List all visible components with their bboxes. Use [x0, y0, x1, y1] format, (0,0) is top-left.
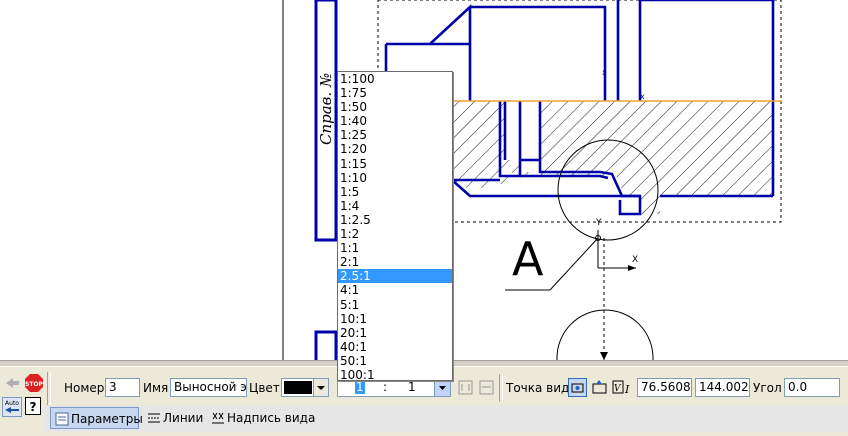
axis-y-label: Y [595, 218, 602, 228]
view-point-label: Точка вида [506, 381, 577, 395]
stamp-frame-lower [314, 330, 338, 360]
stamp-text: Справ. № [317, 73, 335, 145]
color-label: Цвет [249, 381, 280, 395]
svg-text:?: ? [30, 400, 37, 414]
tab-lines[interactable]: Линии [143, 407, 205, 429]
scale-option[interactable]: 100:1 [338, 368, 452, 382]
scale-option[interactable]: 1:10 [338, 171, 452, 185]
svg-text:x: x [640, 92, 645, 101]
color-swatch [284, 381, 312, 394]
scale-option[interactable]: 20:1 [338, 326, 452, 340]
leader-line [549, 237, 599, 291]
help-icon[interactable]: ? [25, 397, 41, 415]
svg-text:STOP: STOP [25, 381, 44, 388]
tab-lines-label: Линии [163, 411, 204, 425]
name-field[interactable]: Выносной эл [170, 378, 247, 397]
scale-option[interactable]: 1:100 [338, 72, 452, 86]
color-select[interactable] [281, 378, 329, 397]
scale-option[interactable]: 2.5:1 [338, 269, 452, 284]
scale-option[interactable]: 1:15 [338, 157, 452, 171]
view-label-icon [211, 410, 225, 424]
scale-dropdown-list[interactable]: 1:100 1:75 1:50 1:40 1:25 1:20 1:15 1:10 1:5 1:4 1… [337, 71, 453, 382]
parameters-icon [55, 411, 69, 426]
number-field[interactable]: 3 [105, 378, 140, 397]
svg-text:Auto: Auto [5, 400, 19, 407]
point-x-field[interactable]: 76.5608 [637, 378, 692, 397]
scale-option[interactable]: 1:75 [338, 86, 452, 100]
scale-option[interactable]: 1:5 [338, 185, 452, 199]
scale-option[interactable]: 5:1 [338, 298, 452, 312]
scale-option[interactable]: 10:1 [338, 312, 452, 326]
view-point-icon[interactable] [568, 378, 587, 397]
auto-create-icon[interactable]: Auto [2, 397, 22, 417]
stop-icon[interactable]: STOP [24, 373, 44, 393]
scale-option[interactable]: 1:2.5 [338, 213, 452, 227]
view-point-snap-icon[interactable] [590, 378, 609, 397]
scale-option[interactable]: 1:2 [338, 227, 452, 241]
tab-view-label-label: Надпись вида [227, 411, 316, 425]
angle-label: Угол [753, 381, 782, 395]
coordinate-mode-icon[interactable]: VI [612, 378, 634, 397]
chevron-down-icon[interactable] [313, 379, 328, 396]
scale-option[interactable]: 4:1 [338, 283, 452, 297]
scale-option[interactable]: 1:50 [338, 100, 452, 114]
scale-option[interactable]: 40:1 [338, 340, 452, 354]
lines-icon [147, 410, 161, 424]
tab-parameters-label: Параметры [71, 412, 143, 426]
scale-right-value: 1 [408, 380, 416, 394]
name-label: Имя [143, 381, 169, 395]
view-letter: A [512, 232, 544, 286]
scale-option[interactable]: 1:40 [338, 114, 452, 128]
scale-separator: : [383, 380, 388, 394]
svg-text:I: I [624, 383, 630, 396]
scale-option[interactable]: 1:1 [338, 241, 452, 255]
scale-option[interactable]: 1:20 [338, 142, 452, 156]
angle-field[interactable]: 0.0 [784, 378, 840, 397]
scale-option[interactable]: 1:4 [338, 199, 452, 213]
scale-option[interactable]: 2:1 [338, 255, 452, 269]
scale-option[interactable]: 50:1 [338, 354, 452, 368]
back-arrow-icon[interactable] [4, 376, 20, 390]
scale-option[interactable]: 1:25 [338, 128, 452, 142]
number-label: Номер [64, 381, 105, 395]
scale-left-value: 1 [355, 380, 365, 394]
point-y-field[interactable]: 144.0020 [695, 378, 750, 397]
axis-x-label: X [632, 255, 638, 265]
tab-view-label[interactable]: Надпись вида [207, 407, 316, 429]
tab-parameters[interactable]: Параметры [50, 407, 143, 429]
scale-width-icon[interactable] [478, 379, 495, 396]
svg-text:x: x [602, 68, 607, 77]
scale-fit-icon[interactable] [457, 379, 474, 396]
